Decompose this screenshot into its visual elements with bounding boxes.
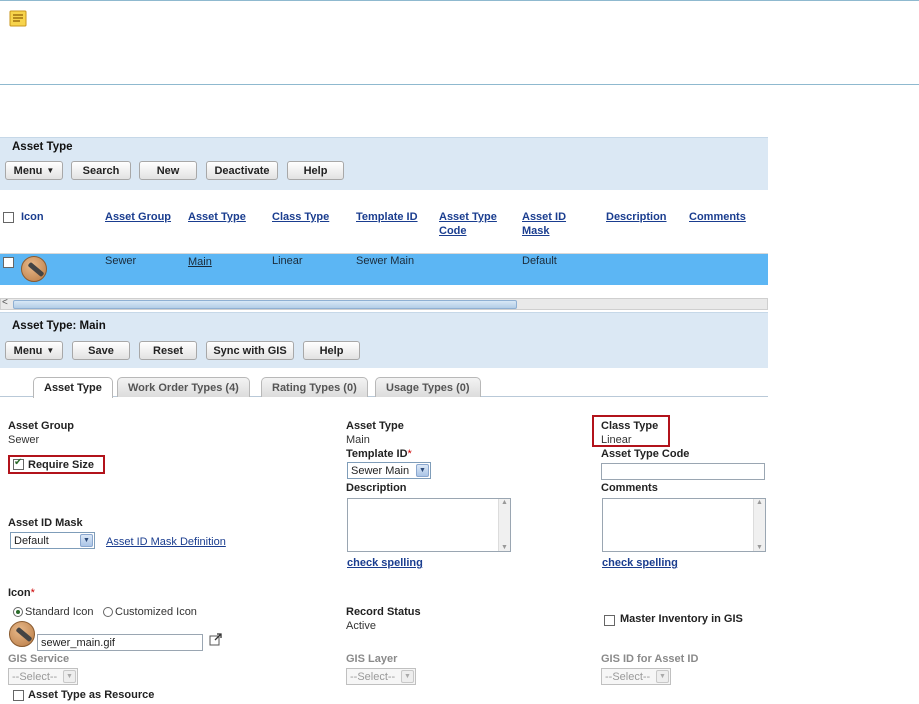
gis-id-label: GIS ID for Asset ID <box>601 653 699 665</box>
asset-type-code-label: Asset Type Code <box>601 448 690 460</box>
comments-label: Comments <box>601 482 658 494</box>
description-check-spelling-link[interactable]: check spelling <box>347 557 423 569</box>
gis-service-label: GIS Service <box>8 653 70 665</box>
col-asset-group[interactable]: Asset Group <box>105 210 171 224</box>
record-status-value: Active <box>346 620 376 632</box>
gis-id-select: --Select-- ▼ <box>601 668 671 685</box>
sewer-main-icon-preview <box>9 621 35 647</box>
tab-asset-type[interactable]: Asset Type <box>33 377 113 398</box>
template-id-select[interactable]: Sewer Main ▼ <box>347 462 431 479</box>
chevron-down-icon: ▼ <box>401 670 414 683</box>
description-scrollbar[interactable] <box>498 499 510 551</box>
asset-type-as-resource-label: Asset Type as Resource <box>28 689 155 701</box>
asset-id-mask-definition-link[interactable]: Asset ID Mask Definition <box>106 536 226 548</box>
asset-id-mask-label: Asset ID Mask <box>8 517 83 529</box>
standard-icon-label: Standard Icon <box>25 606 94 618</box>
class-type-label: Class Type <box>601 420 659 432</box>
gis-service-select: --Select-- ▼ <box>8 668 78 685</box>
chevron-down-icon: ▼ <box>63 670 76 683</box>
gis-layer-label: GIS Layer <box>346 653 398 665</box>
menu-caret-icon: ▼ <box>46 166 55 175</box>
deactivate-button[interactable]: Deactivate <box>206 161 278 180</box>
icon-label: Icon* <box>8 587 35 599</box>
comments-scrollbar[interactable] <box>753 499 765 551</box>
standard-icon-radio[interactable] <box>13 607 23 617</box>
comments-check-spelling-link[interactable]: check spelling <box>602 557 678 569</box>
row-template-id: Sewer Main <box>356 255 415 267</box>
col-template-id[interactable]: Template ID <box>356 210 418 224</box>
tab-rating-types[interactable]: Rating Types (0) <box>261 377 368 397</box>
master-inventory-label: Master Inventory in GIS <box>620 613 743 625</box>
row-checkbox[interactable] <box>3 257 14 268</box>
asset-type-value: Main <box>346 434 370 446</box>
detail-menu-button[interactable]: Menu ▼ <box>5 341 63 360</box>
template-id-label: Template ID* <box>346 448 412 460</box>
search-button[interactable]: Search <box>71 161 131 180</box>
select-all-checkbox[interactable] <box>3 212 14 223</box>
row-asset-type-link[interactable]: Main <box>188 256 212 268</box>
customized-icon-label: Customized Icon <box>115 606 197 618</box>
browse-icon[interactable] <box>209 633 223 647</box>
require-size-label: Require Size <box>28 459 95 471</box>
col-class-type[interactable]: Class Type <box>272 210 329 224</box>
class-type-value: Linear <box>601 434 632 446</box>
require-size-checkbox[interactable] <box>13 457 24 470</box>
customized-icon-radio[interactable] <box>103 607 113 617</box>
chevron-down-icon: ▼ <box>416 464 429 477</box>
row-asset-id-mask: Default <box>522 255 557 267</box>
comments-textarea[interactable] <box>602 498 766 552</box>
save-button[interactable]: Save <box>72 341 130 360</box>
new-button[interactable]: New <box>139 161 197 180</box>
note-icon[interactable] <box>9 10 27 27</box>
tab-work-order-types[interactable]: Work Order Types (4) <box>117 377 250 397</box>
list-help-button[interactable]: Help <box>287 161 344 180</box>
asset-group-label: Asset Group <box>8 420 75 432</box>
scrollbar-thumb[interactable] <box>13 300 517 309</box>
detail-panel-title: Asset Type: Main <box>12 320 106 332</box>
icon-file-input[interactable]: sewer_main.gif <box>37 634 203 651</box>
col-asset-type[interactable]: Asset Type <box>188 210 246 224</box>
list-menu-button[interactable]: Menu ▼ <box>5 161 63 180</box>
description-label: Description <box>346 482 407 494</box>
col-asset-type-code[interactable]: Asset Type Code <box>439 210 497 238</box>
asset-type-label: Asset Type <box>346 420 404 432</box>
row-asset-group: Sewer <box>105 255 137 267</box>
col-icon: Icon <box>21 211 44 223</box>
row-class-type: Linear <box>272 255 303 267</box>
sewer-main-icon <box>21 256 47 282</box>
asset-type-as-resource-checkbox[interactable] <box>13 690 24 701</box>
sync-with-gis-button[interactable]: Sync with GIS <box>206 341 294 360</box>
master-inventory-checkbox[interactable] <box>604 615 615 626</box>
asset-type-code-input[interactable] <box>601 463 765 480</box>
asset-group-value: Sewer <box>8 434 40 446</box>
top-divider <box>0 0 919 1</box>
scroll-left-icon[interactable]: < <box>2 297 8 308</box>
col-description[interactable]: Description <box>606 210 667 224</box>
note-divider <box>0 84 919 85</box>
col-asset-id-mask[interactable]: Asset ID Mask <box>522 210 566 238</box>
gis-layer-select: --Select-- ▼ <box>346 668 416 685</box>
detail-help-button[interactable]: Help <box>303 341 360 360</box>
chevron-down-icon: ▼ <box>656 670 669 683</box>
asset-id-mask-select[interactable]: Default ▼ <box>10 532 95 549</box>
tab-usage-types[interactable]: Usage Types (0) <box>375 377 481 397</box>
menu-caret-icon: ▼ <box>46 346 55 355</box>
col-comments[interactable]: Comments <box>689 210 746 224</box>
chevron-down-icon: ▼ <box>80 534 93 547</box>
list-panel-title: Asset Type <box>12 141 73 153</box>
reset-button[interactable]: Reset <box>139 341 197 360</box>
description-textarea[interactable] <box>347 498 511 552</box>
grid-horizontal-scrollbar[interactable]: < <box>0 297 768 310</box>
record-status-label: Record Status <box>346 606 421 618</box>
